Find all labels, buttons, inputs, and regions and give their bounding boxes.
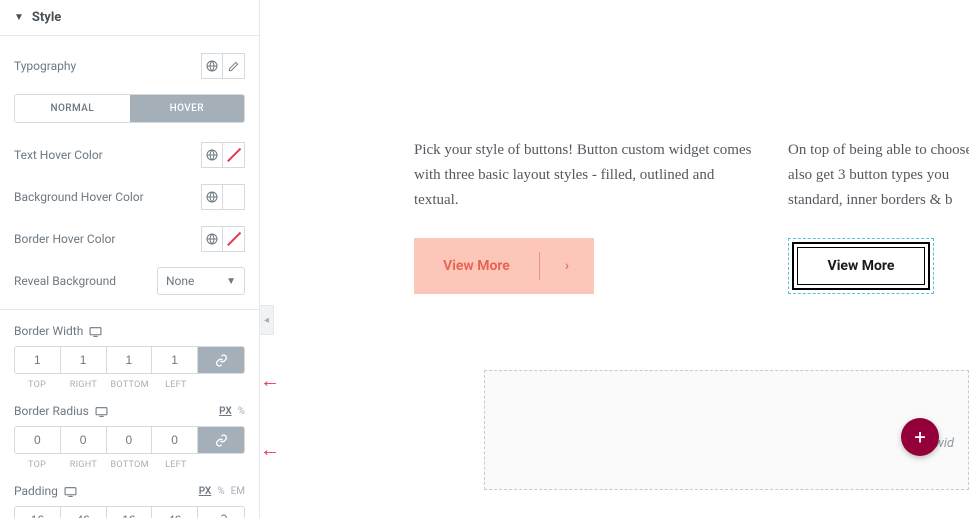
unit-percent[interactable]: % — [238, 406, 245, 417]
border-hover-color-label: Border Hover Color — [14, 232, 201, 246]
pencil-icon[interactable] — [223, 53, 245, 79]
bg-hover-color-row: Background Hover Color — [14, 183, 245, 211]
typography-label: Typography — [14, 59, 201, 73]
link-values-button[interactable] — [198, 427, 244, 453]
style-section-header[interactable]: ▼ Style — [0, 0, 259, 36]
responsive-icon[interactable] — [64, 486, 77, 497]
padding-inputs — [14, 506, 245, 518]
text-hover-color-label: Text Hover Color — [14, 148, 201, 162]
button-label: View More — [797, 247, 925, 285]
padding-bottom[interactable] — [107, 507, 152, 518]
link-values-button[interactable] — [198, 507, 244, 518]
editor-canvas: Pick your style of buttons! Button custo… — [274, 0, 969, 518]
chevron-left-icon: ◂ — [264, 315, 269, 326]
border-radius-right[interactable] — [61, 427, 106, 453]
reveal-bg-select[interactable]: None ▼ — [157, 267, 245, 295]
button-label: View More — [414, 252, 540, 280]
border-radius-sublabels: TOPRIGHTBOTTOMLEFT — [14, 460, 245, 470]
select-value: None — [166, 274, 194, 288]
card-description-2: On top of being able to choose also get … — [788, 138, 969, 212]
globe-icon[interactable] — [201, 53, 223, 79]
border-radius-label-row: Border Radius PX % — [14, 404, 245, 418]
border-radius-top[interactable] — [15, 427, 60, 453]
state-tabs: NORMAL HOVER — [14, 94, 245, 123]
border-width-top[interactable] — [15, 347, 60, 373]
typography-row: Typography — [14, 52, 245, 80]
style-section-body: Typography NORMAL HOVER Text Hover Color — [0, 36, 259, 518]
border-width-sublabels: TOPRIGHTBOTTOMLEFT — [14, 380, 245, 390]
plus-icon: + — [914, 425, 925, 449]
widget-dropzone[interactable]: Drag wid — [484, 370, 969, 490]
padding-right[interactable] — [61, 507, 106, 518]
view-more-button-bordered[interactable]: View More — [788, 238, 934, 294]
link-values-button[interactable] — [198, 347, 244, 373]
unit-px[interactable]: PX — [219, 406, 232, 417]
chevron-down-icon: ▼ — [226, 276, 236, 287]
border-width-bottom[interactable] — [107, 347, 152, 373]
tab-normal[interactable]: NORMAL — [15, 95, 130, 122]
no-color-icon[interactable] — [223, 142, 245, 168]
border-width-inputs — [14, 346, 245, 374]
border-radius-left[interactable] — [152, 427, 197, 453]
bg-hover-color-label: Background Hover Color — [14, 190, 201, 204]
border-width-right[interactable] — [61, 347, 106, 373]
card-description-1: Pick your style of buttons! Button custo… — [414, 138, 760, 212]
style-panel: ▼ Style Typography NORMAL HOVER Text Hov… — [0, 0, 260, 518]
reveal-bg-row: Reveal Background None ▼ — [14, 267, 245, 295]
add-section-button[interactable]: + — [901, 418, 939, 456]
border-width-label: Border Width — [14, 324, 83, 338]
reveal-bg-label: Reveal Background — [14, 274, 157, 288]
responsive-icon[interactable] — [89, 326, 102, 337]
border-width-left[interactable] — [152, 347, 197, 373]
border-width-label-row: Border Width — [14, 324, 245, 338]
border-hover-color-row: Border Hover Color — [14, 225, 245, 253]
padding-top[interactable] — [15, 507, 60, 518]
padding-label-row: Padding PX % EM — [14, 484, 245, 498]
border-radius-bottom[interactable] — [107, 427, 152, 453]
responsive-icon[interactable] — [95, 406, 108, 417]
unit-percent[interactable]: % — [217, 486, 224, 497]
panel-collapse-handle[interactable]: ◂ — [260, 305, 274, 335]
globe-icon[interactable] — [201, 226, 223, 252]
unit-em[interactable]: EM — [231, 486, 245, 497]
padding-label: Padding — [14, 484, 58, 498]
text-hover-color-row: Text Hover Color — [14, 141, 245, 169]
no-color-icon[interactable] — [223, 226, 245, 252]
caret-down-icon: ▼ — [14, 12, 24, 23]
globe-icon[interactable] — [201, 184, 223, 210]
view-more-button-filled[interactable]: View More › — [414, 238, 594, 294]
section-title: Style — [32, 10, 61, 25]
padding-left[interactable] — [152, 507, 197, 518]
color-swatch[interactable] — [223, 184, 245, 210]
globe-icon[interactable] — [201, 142, 223, 168]
border-radius-label: Border Radius — [14, 404, 89, 418]
chevron-right-icon: › — [540, 258, 594, 274]
unit-px[interactable]: PX — [199, 486, 212, 497]
tab-hover[interactable]: HOVER — [130, 95, 245, 122]
border-radius-inputs — [14, 426, 245, 454]
